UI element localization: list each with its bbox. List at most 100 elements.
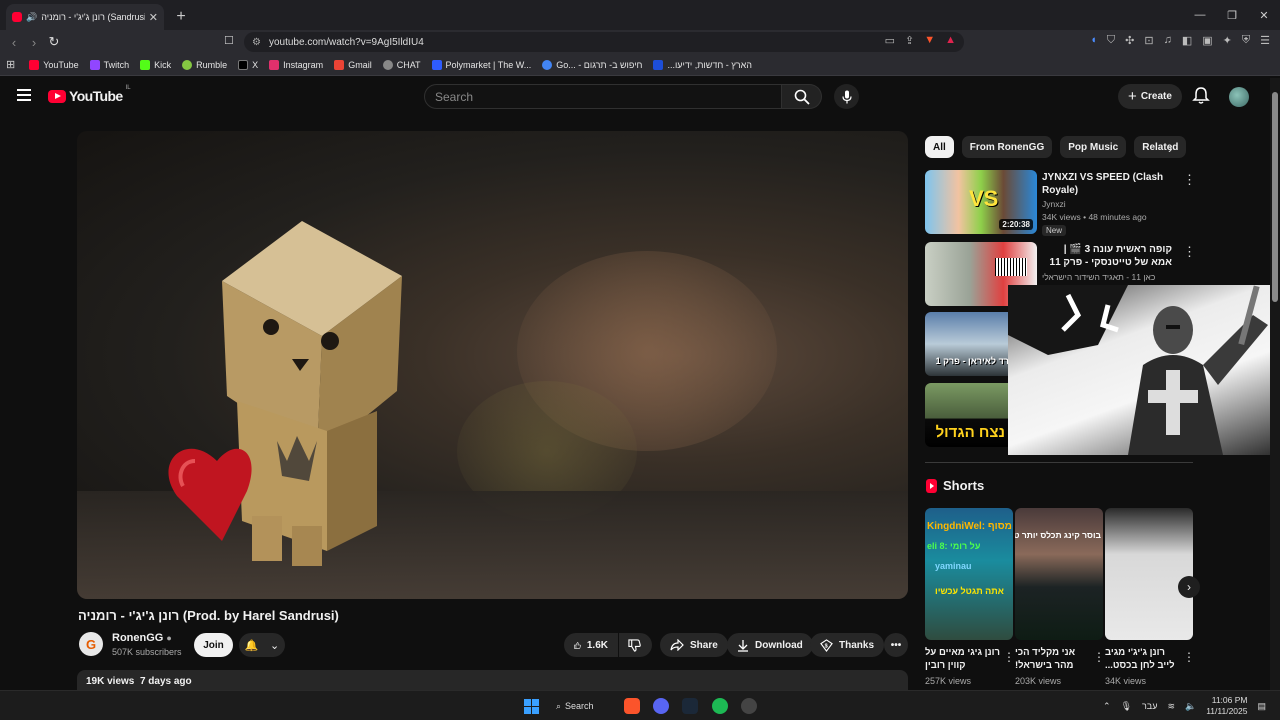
shorts-next-button[interactable]: › [1178, 576, 1200, 598]
chip-from-channel[interactable]: From RonenGG [961, 136, 1053, 158]
youtube-logo[interactable]: YouTube IL [48, 85, 131, 104]
scrollbar-thumb[interactable] [1272, 92, 1278, 302]
translate-icon[interactable]: ◖ [1090, 34, 1097, 47]
app-icon[interactable] [741, 698, 757, 714]
notification-preference-button[interactable]: 🔔 ⌄ [239, 633, 285, 657]
danbo-figure-image [168, 221, 402, 566]
bookmark-chat[interactable]: CHAT [382, 59, 421, 70]
short-title[interactable]: רונן ג'יג'י מגיב לייב לחן בכסט... [1105, 646, 1181, 672]
language-indicator[interactable]: עבר [1142, 701, 1157, 711]
spotify-icon[interactable] [712, 698, 728, 714]
chevron-up-icon[interactable]: ⌃ [1103, 701, 1111, 712]
close-tab-icon[interactable]: ✕ [149, 11, 158, 24]
notifications-bell-icon[interactable] [1192, 86, 1210, 106]
apps-grid-icon[interactable]: ⊞ [6, 58, 15, 71]
thanks-button[interactable]: $ Thanks [810, 633, 885, 657]
dislike-button[interactable] [619, 633, 652, 657]
bookmark-instagram[interactable]: Instagram [269, 59, 323, 70]
bookmark-kick[interactable]: Kick [140, 59, 171, 70]
start-button[interactable] [524, 699, 539, 714]
bookmark-rumble[interactable]: Rumble [182, 59, 227, 70]
share-page-icon[interactable]: ⇪ [905, 34, 914, 47]
clock[interactable]: 11:06 PM 11/11/2025 [1206, 695, 1247, 717]
bookmark-x[interactable]: X [238, 59, 258, 70]
url-field[interactable]: ⚙ youtube.com/watch?v=9AgI5IldIU4 ▭ ⇪ ▼ … [244, 32, 964, 52]
restore-icon[interactable]: ❐ [1216, 0, 1248, 30]
music-icon[interactable]: ♫ [1164, 34, 1172, 47]
shield-icon[interactable]: ⛨ [1242, 34, 1250, 47]
video-title[interactable]: JYNXZI VS SPEED (Clash Royale) [1042, 171, 1172, 197]
video-thumbnail[interactable]: VS 2:20:38 [925, 170, 1037, 234]
screenshot-icon[interactable]: ⊡ [1144, 34, 1153, 47]
account-avatar[interactable] [1229, 87, 1249, 107]
leo-icon[interactable]: ✦ [1223, 34, 1232, 47]
video-player[interactable] [77, 131, 908, 599]
channel-name[interactable]: Jynxzi [1042, 199, 1066, 209]
forward-icon[interactable]: › [24, 35, 44, 50]
bookmark-haaretz[interactable]: ...הארץ - חדשות, ידיעו [653, 59, 752, 70]
short-thumbnail[interactable]: בוסר קינג תכלס יותר טעים [1015, 508, 1103, 640]
taskbar-search[interactable]: ⌕ Search [556, 696, 610, 716]
search-input[interactable]: Search [424, 84, 782, 109]
vpn-icon[interactable]: ⛉ [1107, 34, 1115, 47]
steam-icon[interactable] [682, 698, 698, 714]
short-item[interactable]: KingdniWel: על מסוף eli 8: על רומי yamin… [925, 508, 1015, 688]
bookmark-youtube[interactable]: YouTube [29, 59, 79, 70]
wallet-icon[interactable]: ▣ [1202, 34, 1212, 47]
more-actions-button[interactable]: ••• [884, 633, 908, 657]
mic-tray-icon[interactable]: 🎙 [1121, 701, 1132, 712]
chip-related[interactable]: Related [1134, 136, 1187, 158]
more-vertical-icon[interactable]: ⋮ [1093, 650, 1105, 664]
close-window-icon[interactable]: ✕ [1248, 0, 1280, 30]
menu-icon[interactable]: ☰ [1260, 34, 1270, 47]
bookmark-icon[interactable]: ☐ [224, 34, 234, 47]
short-item[interactable]: רונן ג'יג'י מגיב לייב לחן בכסט... 34K vi… [1105, 508, 1195, 688]
bookmark-google-translate[interactable]: Go... - חיפוש ב- תרגום [542, 59, 642, 70]
download-button[interactable]: Download [727, 633, 813, 657]
minimize-icon[interactable]: — [1184, 0, 1216, 30]
channel-name[interactable]: RonenGG ● [112, 632, 172, 644]
reload-icon[interactable]: ↻ [44, 34, 64, 50]
short-thumbnail[interactable]: KingdniWel: על מסוף eli 8: על רומי yamin… [925, 508, 1013, 640]
chip-all[interactable]: All [925, 136, 954, 158]
extensions-icon[interactable]: ✣ [1125, 34, 1134, 47]
short-title[interactable]: אני מקליד הכי מהר בישראל! [1015, 646, 1091, 672]
short-title[interactable]: רונן גיגי מאיים על קווין רובין [925, 646, 1001, 672]
like-button[interactable]: 1.6K [564, 633, 618, 657]
wifi-icon[interactable]: ≋ [1167, 701, 1175, 712]
cast-icon[interactable]: ▭ [885, 34, 895, 47]
brave-browser-icon[interactable] [624, 698, 640, 714]
more-vertical-icon[interactable]: ⋮ [1003, 650, 1015, 664]
voice-search-button[interactable] [834, 84, 859, 109]
video-title[interactable]: קופה ראשית עונה 3 🎬 | אמא של טייטנסקי - … [1042, 243, 1172, 269]
short-item[interactable]: בוסר קינג תכלס יותר טעים אני מקליד הכי מ… [1015, 508, 1105, 688]
chip-pop-music[interactable]: Pop Music [1060, 136, 1127, 158]
browser-tab[interactable]: 🔊 רונן ג'יג'י - רומניה (Sandrusi) ✕ [6, 4, 164, 30]
volume-icon[interactable]: 🔈 [1185, 701, 1196, 712]
join-button[interactable]: Join [194, 633, 233, 657]
chevron-right-icon[interactable]: › [1168, 140, 1173, 156]
search-button[interactable] [782, 84, 822, 109]
site-info-icon[interactable]: ⚙ [252, 37, 261, 48]
hamburger-menu-icon[interactable] [17, 89, 31, 101]
sidebar-icon[interactable]: ◧ [1182, 34, 1192, 47]
notification-center-icon[interactable]: ▤ [1257, 701, 1266, 712]
bookmark-gmail[interactable]: Gmail [334, 59, 372, 70]
discord-icon[interactable] [653, 698, 669, 714]
bookmark-twitch[interactable]: Twitch [89, 59, 129, 70]
recommendation-item[interactable]: VS 2:20:38 JYNXZI VS SPEED (Clash Royale… [925, 170, 1196, 236]
brave-shields-icon[interactable]: ▼ [924, 34, 935, 47]
new-tab-button[interactable]: + [168, 4, 194, 30]
bookmark-polymarket[interactable]: Polymarket | The W... [431, 59, 531, 70]
back-icon[interactable]: ‹ [4, 35, 24, 50]
more-vertical-icon[interactable]: ⋮ [1183, 650, 1195, 664]
share-button[interactable]: Share [660, 633, 728, 657]
create-button[interactable]: + Create [1118, 84, 1182, 109]
channel-avatar[interactable]: G [79, 632, 103, 656]
short-thumbnail[interactable] [1105, 508, 1193, 640]
rewards-icon[interactable]: ▲ [945, 34, 956, 47]
more-vertical-icon[interactable]: ⋮ [1183, 244, 1196, 260]
more-vertical-icon[interactable]: ⋮ [1183, 172, 1196, 188]
channel-name[interactable]: כאן 11 - תאגיד השידור הישראלי [1042, 272, 1155, 282]
speaker-icon[interactable]: 🔊 [26, 12, 37, 23]
